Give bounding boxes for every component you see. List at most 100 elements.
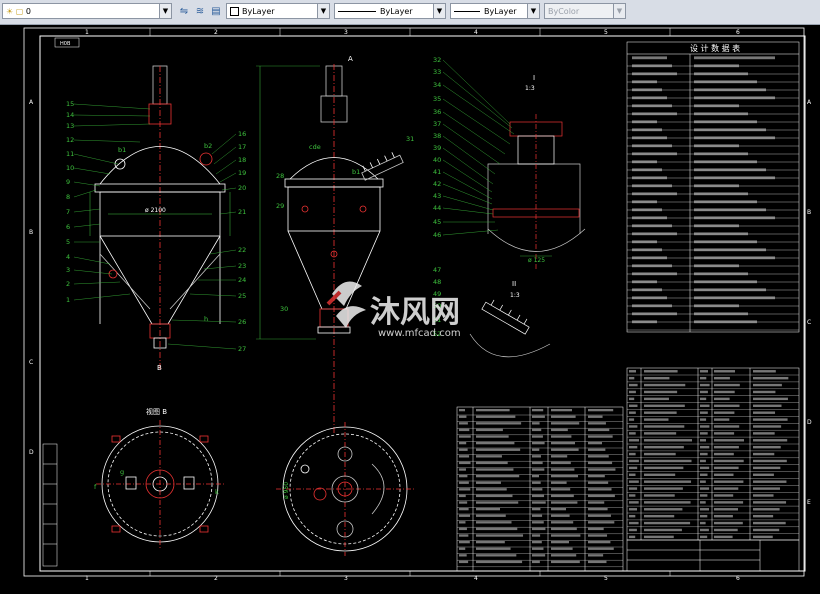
table-cell-text	[632, 168, 662, 172]
lineweight-dropdown[interactable]: ByLayer ▼	[450, 3, 540, 19]
table-cell-text	[714, 528, 738, 532]
part-number: 1	[66, 296, 70, 304]
part-number: 15	[66, 100, 74, 108]
table-cell-text	[551, 422, 580, 425]
watermark-text: 沐风网	[370, 295, 460, 330]
part-number: 6	[66, 223, 70, 231]
part-number: 25	[238, 292, 246, 300]
table-cell-text	[588, 455, 609, 458]
table-cell-text	[532, 441, 545, 445]
table-cell-text	[644, 494, 675, 497]
table-cell-text	[629, 404, 638, 407]
table-cell-text	[476, 408, 510, 412]
table-cell-text	[476, 461, 508, 465]
table-cell-text	[629, 521, 639, 525]
part-number: 43	[433, 192, 441, 200]
table-cell-text	[629, 425, 638, 428]
table-cell-text	[753, 418, 788, 421]
table-cell-text	[532, 474, 539, 478]
table-cell-text	[588, 521, 615, 524]
part-number: 38	[433, 132, 441, 140]
table-cell-text	[714, 404, 740, 407]
grid-number: 5	[604, 575, 608, 582]
grid-number: 2	[214, 575, 218, 582]
table-cell-text	[629, 452, 636, 456]
detail-ii-section	[469, 299, 551, 358]
table-cell-text	[632, 64, 672, 68]
table-cell-text	[632, 104, 672, 108]
properties-toolbar: ☀ ▢ 0 ▼ ⇋ ≋ ▤ ByLayer ▼ ByLayer ▼ ByLaye…	[0, 0, 820, 25]
table-cell-text	[700, 487, 710, 490]
detail-i-scale: 1:3	[525, 85, 535, 92]
make-object-layer-current-icon[interactable]: ⇋	[176, 4, 192, 20]
part-number: 33	[433, 68, 441, 76]
detail-flange-dimension: ø 125	[528, 257, 545, 264]
table-cell-text	[588, 461, 613, 465]
table-cell-text	[700, 425, 710, 428]
table-cell-text	[551, 435, 572, 438]
table-cell-text	[644, 432, 677, 435]
design-data-title: 设 计 数 据 表	[690, 43, 740, 53]
table-cell-text	[700, 452, 708, 456]
table-cell-text	[753, 411, 776, 414]
layer-previous-icon[interactable]: ≋	[192, 4, 208, 20]
part-number: 36	[433, 108, 441, 116]
table-cell-text	[644, 528, 682, 532]
lineweight-value: ByLayer	[484, 7, 517, 16]
table-cell-text	[714, 445, 739, 449]
table-cell-text	[588, 554, 604, 557]
table-cell-text	[476, 435, 509, 438]
corner-tag: H0B	[60, 41, 71, 47]
table-cell-text	[694, 64, 739, 68]
table-cell-text	[551, 415, 576, 418]
table-cell-text	[459, 468, 466, 471]
table-cell-text	[714, 480, 744, 483]
linetype-dropdown[interactable]: ByLayer ▼	[334, 3, 446, 19]
table-cell-text	[532, 415, 545, 418]
table-cell-text	[753, 370, 776, 373]
table-cell-text	[694, 128, 766, 132]
table-cell-text	[632, 136, 667, 140]
table-cell-text	[632, 304, 672, 308]
part-number: 46	[433, 231, 441, 239]
grid-number: 3	[344, 29, 348, 36]
table-cell-text	[629, 370, 636, 373]
table-cell-text	[459, 527, 467, 531]
part-number: 19	[238, 169, 246, 177]
table-cell-text	[459, 455, 470, 458]
grid-number: 6	[736, 29, 740, 36]
table-cell-text	[551, 441, 575, 445]
layer-value: 0	[25, 7, 31, 16]
table-cell-text	[644, 514, 675, 518]
table-cell-text	[588, 534, 608, 537]
table-cell-text	[753, 376, 789, 380]
table-cell-text	[753, 445, 781, 449]
table-cell-text	[753, 425, 782, 428]
table-cell-text	[700, 473, 708, 476]
table-cell-text	[532, 494, 545, 498]
table-cell-text	[476, 488, 507, 491]
table-cell-text	[644, 466, 684, 470]
linetype-sample	[338, 11, 376, 12]
table-cell-text	[694, 312, 748, 316]
drawing-canvas[interactable]: 1 2 3 4 5 6 1 2 3 4 5 6 A B C D A B C D …	[0, 24, 820, 594]
layer-dropdown[interactable]: ☀ ▢ 0 ▼	[2, 3, 172, 19]
part-number: 7	[66, 208, 70, 216]
watermark-url: www.mfcad.com	[378, 328, 461, 339]
table-cell-text	[644, 480, 692, 483]
table-cell-text	[551, 527, 577, 531]
grid-number: 4	[474, 575, 478, 582]
table-cell-text	[632, 296, 667, 300]
table-cell-text	[753, 480, 787, 483]
table-cell-text	[551, 514, 570, 517]
layer-properties-icon[interactable]: ▤	[208, 4, 224, 20]
part-number: 42	[433, 180, 441, 188]
table-cell-text	[459, 514, 471, 517]
plotstyle-value: ByColor	[548, 7, 580, 16]
table-cell-text	[694, 248, 766, 252]
part-number: 41	[433, 168, 441, 176]
table-cell-text	[753, 466, 781, 470]
table-cell-text	[700, 521, 706, 525]
color-dropdown[interactable]: ByLayer ▼	[226, 3, 330, 19]
table-cell-text	[459, 474, 468, 478]
